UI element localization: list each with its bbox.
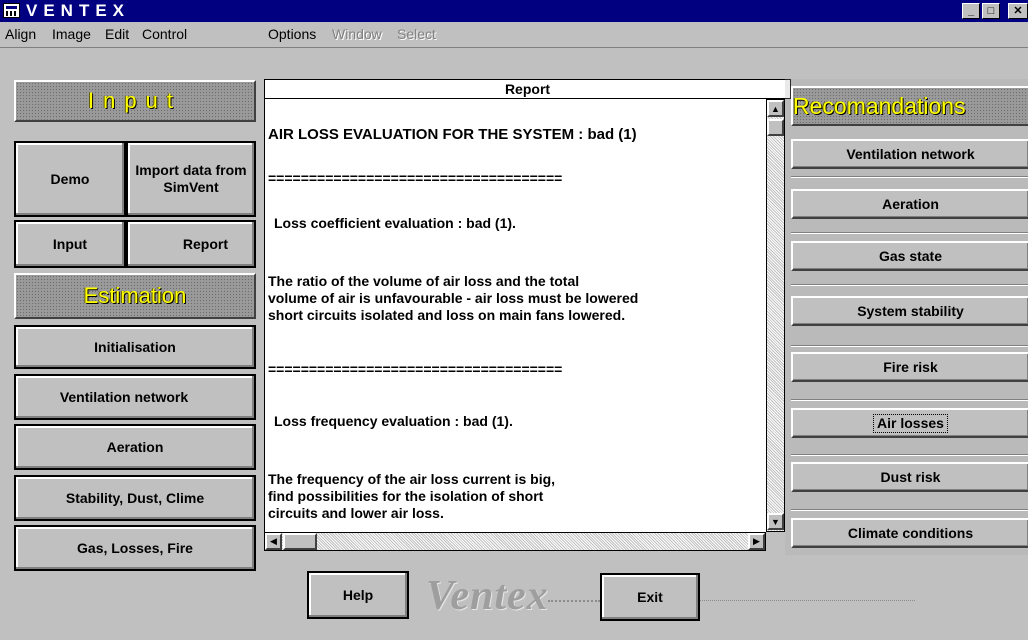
ventex-logo: Ventex [426, 573, 549, 619]
input-button[interactable]: Input [14, 220, 126, 268]
rec-air-losses-label: Air losses [873, 413, 948, 433]
title-bar: VENTEX _ □ ✕ [0, 0, 1028, 22]
rec-dust-risk-button[interactable]: Dust risk [791, 462, 1028, 492]
scroll-up-arrow-icon[interactable]: ▲ [767, 100, 784, 117]
report-button[interactable]: Report [126, 220, 256, 268]
rec-gas-state-button[interactable]: Gas state [791, 241, 1028, 271]
rec-fire-risk-button[interactable]: Fire risk [791, 352, 1028, 382]
report-line: short circuits isolated and loss on main… [268, 307, 626, 323]
report-line: ==================================== [268, 170, 563, 186]
report-line: The frequency of the air loss current is… [268, 471, 556, 487]
report-line: Loss frequency evaluation : bad (1). [274, 413, 513, 429]
report-line: ==================================== [268, 361, 563, 377]
estimation-heading: Estimation [14, 273, 256, 319]
logo-dotted-line [700, 600, 915, 601]
input-heading: Input [14, 80, 256, 122]
divider [791, 509, 1028, 511]
report-vertical-scrollbar[interactable]: ▲ ▼ [766, 99, 785, 532]
report-text-area[interactable]: AIR LOSS EVALUATION FOR THE SYSTEM : bad… [264, 99, 766, 532]
report-horizontal-scrollbar[interactable]: ◀ ▶ [264, 532, 766, 551]
report-title: Report [264, 79, 791, 99]
stability-dust-clime-button[interactable]: Stability, Dust, Clime [14, 475, 256, 521]
rec-climate-conditions-button[interactable]: Climate conditions [791, 518, 1028, 548]
report-line: AIR LOSS EVALUATION FOR THE SYSTEM : bad… [268, 126, 637, 143]
divider [791, 284, 1028, 286]
divider [791, 345, 1028, 347]
ventilation-network-estimation-button[interactable]: Ventilation network [14, 374, 256, 420]
initialisation-button[interactable]: Initialisation [14, 325, 256, 369]
help-button[interactable]: Help [307, 571, 409, 619]
report-line: Loss coefficient evaluation : bad (1). [274, 215, 516, 231]
menu-control[interactable]: Control [142, 26, 187, 42]
vertical-scroll-thumb[interactable] [767, 119, 784, 136]
close-icon[interactable]: ✕ [1008, 3, 1028, 19]
scroll-left-arrow-icon[interactable]: ◀ [265, 533, 282, 550]
import-simvent-button[interactable]: Import data from SimVent [126, 141, 256, 217]
report-line: circuits and lower air loss. [268, 505, 444, 521]
report-line: volume of air is unfavourable - air loss… [268, 290, 639, 306]
rec-ventilation-network-button[interactable]: Ventilation network [791, 139, 1028, 169]
menu-select: Select [397, 26, 436, 42]
gas-losses-fire-button[interactable]: Gas, Losses, Fire [14, 525, 256, 571]
demo-button[interactable]: Demo [14, 141, 126, 217]
divider [791, 399, 1028, 401]
recommendations-heading: Recomandations [791, 86, 1028, 126]
minimize-icon[interactable]: _ [962, 3, 980, 19]
menu-align[interactable]: Align [5, 26, 36, 42]
maximize-icon[interactable]: □ [982, 3, 1000, 19]
scroll-right-arrow-icon[interactable]: ▶ [748, 533, 765, 550]
rec-air-losses-button[interactable]: Air losses [791, 408, 1028, 438]
logo-dotted-line [548, 600, 600, 602]
menu-window: Window [332, 26, 382, 42]
horizontal-scroll-thumb[interactable] [283, 533, 317, 550]
menu-image[interactable]: Image [52, 26, 91, 42]
exit-button[interactable]: Exit [600, 573, 700, 621]
window-title: VENTEX [26, 1, 131, 20]
report-line: The ratio of the volume of air loss and … [268, 273, 580, 289]
rec-aeration-button[interactable]: Aeration [791, 189, 1028, 219]
menu-options[interactable]: Options [268, 26, 316, 42]
divider [791, 176, 1028, 178]
app-menu-icon[interactable] [3, 3, 20, 18]
scroll-down-arrow-icon[interactable]: ▼ [767, 513, 784, 530]
rec-system-stability-button[interactable]: System stability [791, 296, 1028, 326]
aeration-estimation-button[interactable]: Aeration [14, 424, 256, 470]
divider [791, 232, 1028, 234]
menu-edit[interactable]: Edit [105, 26, 129, 42]
divider [791, 454, 1028, 456]
report-line: find possibilities for the isolation of … [268, 488, 544, 504]
